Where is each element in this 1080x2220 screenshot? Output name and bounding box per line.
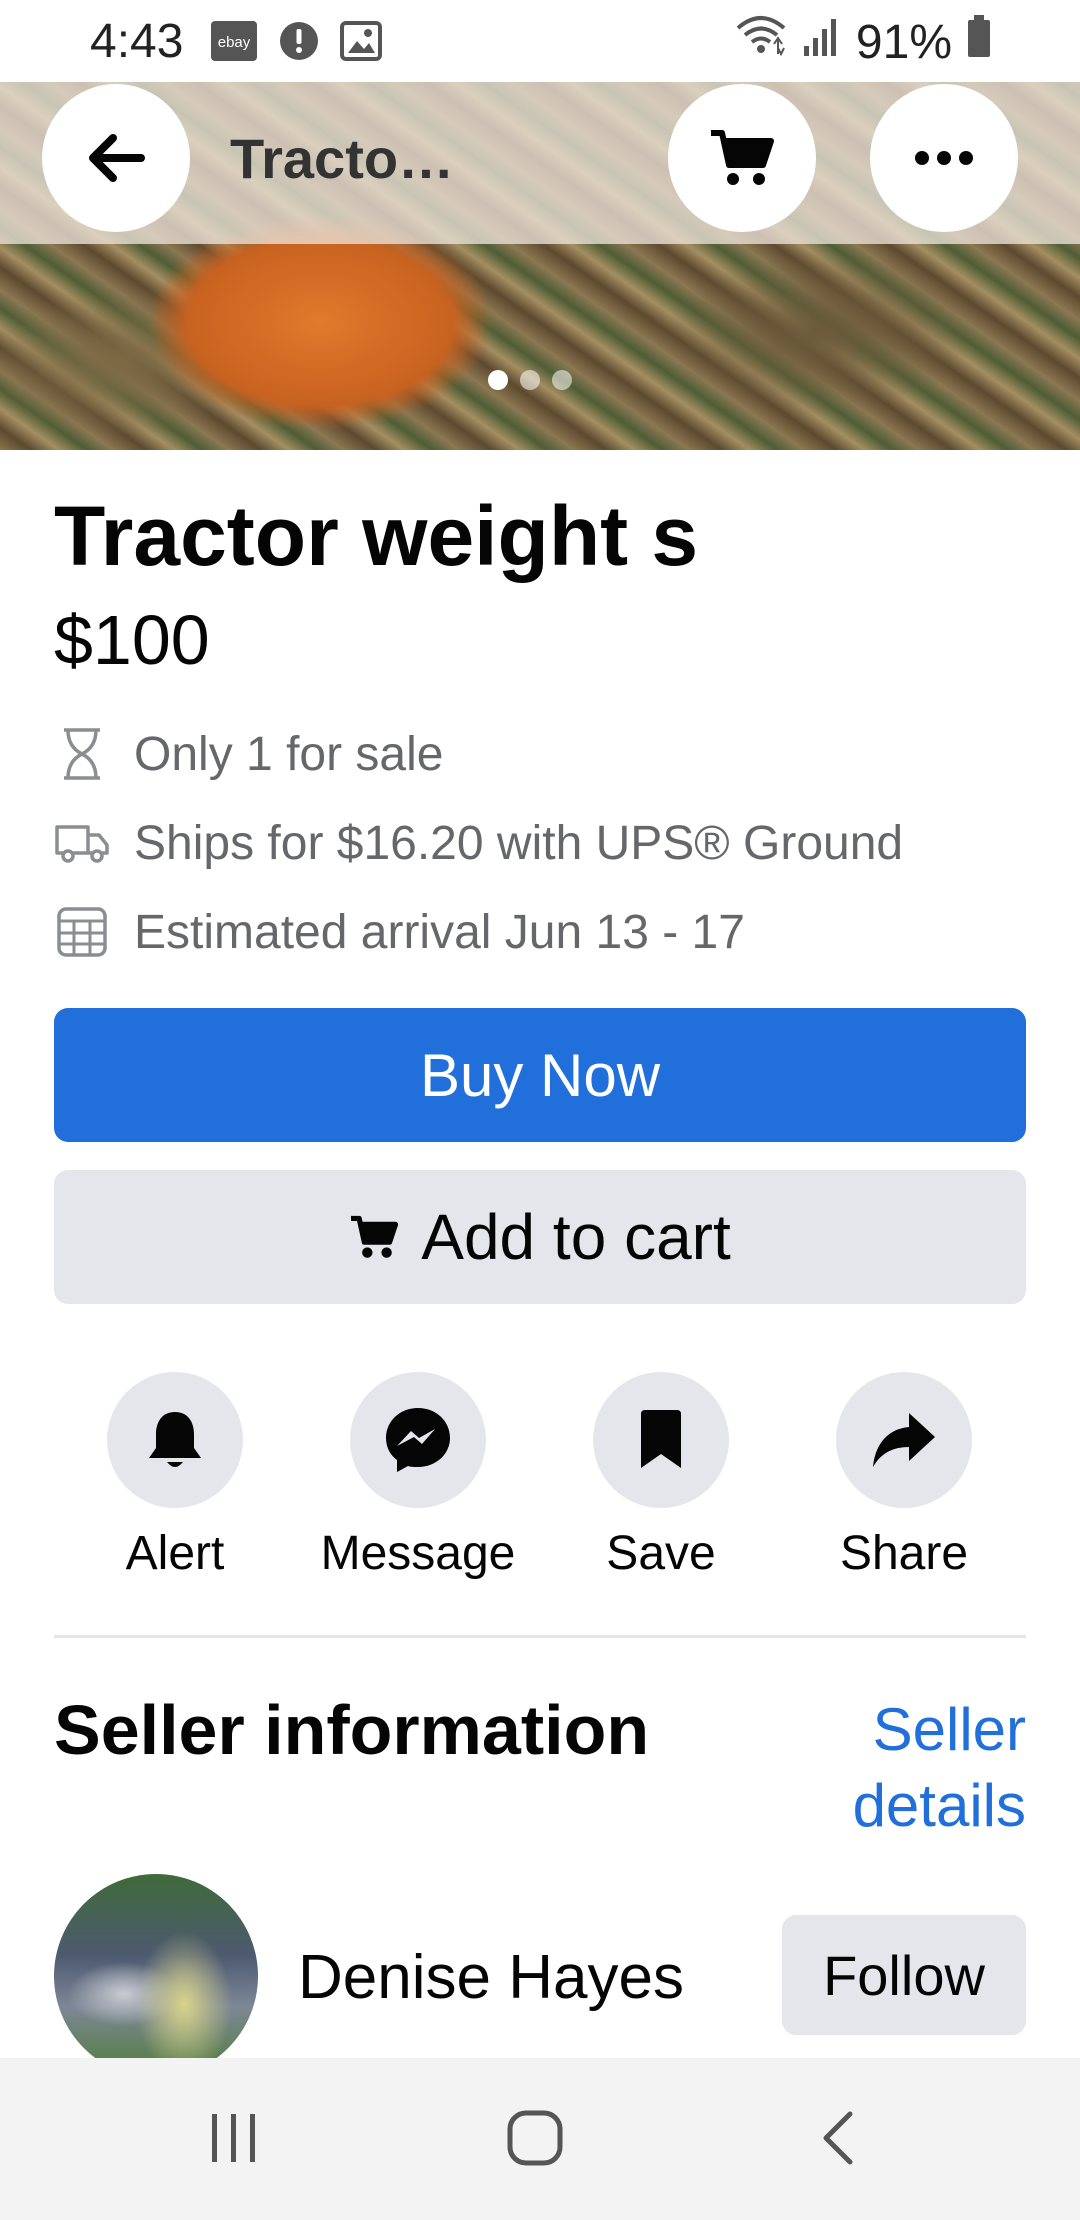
alert-label: Alert (125, 1527, 225, 1580)
section-divider (54, 1635, 1026, 1638)
messenger-icon (386, 1408, 450, 1472)
availability-text: Only 1 for sale (134, 727, 444, 781)
seller-name[interactable]: Denise Hayes (298, 1942, 684, 2013)
svg-text:ebay: ebay (218, 34, 251, 51)
gallery-notification-icon (340, 20, 382, 67)
carousel-indicator (488, 370, 572, 390)
follow-button[interactable]: Follow (782, 1915, 1026, 2035)
wifi-icon (734, 14, 788, 70)
system-nav-bar (0, 2058, 1080, 2220)
ellipsis-icon (915, 151, 973, 165)
message-label: Message (320, 1527, 516, 1580)
truck-icon (54, 815, 110, 871)
buy-now-button[interactable]: Buy Now (54, 1008, 1026, 1142)
seller-section-title: Seller information (54, 1691, 650, 1769)
status-right-cluster: 91% (734, 14, 992, 70)
more-options-button[interactable] (870, 84, 1018, 232)
cart-icon (711, 130, 774, 185)
back-nav-icon[interactable] (818, 2108, 858, 2173)
buy-now-label: Buy Now (419, 1041, 661, 1109)
bookmark-icon (641, 1410, 681, 1468)
status-bar: 4:43 ebay 91% (0, 0, 1080, 82)
calendar-icon (54, 904, 110, 960)
message-action[interactable]: Message (308, 1372, 528, 1581)
hourglass-icon (54, 726, 110, 782)
add-to-cart-button[interactable]: Add to cart (54, 1170, 1026, 1304)
arrival-row: Estimated arrival Jun 13 - 17 (54, 904, 745, 960)
product-title: Tractor weight s (54, 489, 699, 583)
seller-avatar[interactable] (54, 1874, 258, 2078)
bell-icon (149, 1412, 201, 1467)
back-button[interactable] (42, 84, 190, 232)
carousel-dot (520, 370, 540, 390)
alert-button[interactable] (107, 1372, 243, 1508)
message-button[interactable] (350, 1372, 486, 1508)
carousel-dot (488, 370, 508, 390)
save-label: Save (606, 1527, 716, 1580)
status-time: 4:43 (90, 15, 184, 68)
signal-icon (802, 15, 842, 70)
cart-icon (351, 1215, 399, 1258)
share-action[interactable]: Share (794, 1372, 1014, 1581)
arrow-left-icon (89, 134, 145, 182)
alert-action[interactable]: Alert (65, 1372, 285, 1581)
share-label: Share (839, 1527, 969, 1580)
product-price: $100 (54, 601, 210, 679)
battery-percent: 91% (855, 15, 952, 69)
ebay-notification-icon: ebay (210, 20, 258, 67)
seller-details-link[interactable]: Seller details (786, 1692, 1026, 1844)
add-to-cart-label: Add to cart (421, 1201, 731, 1273)
battery-icon (966, 14, 992, 70)
save-action[interactable]: Save (551, 1372, 771, 1581)
alert-notification-icon (278, 20, 320, 67)
home-icon[interactable] (505, 2108, 565, 2173)
arrival-text: Estimated arrival Jun 13 - 17 (134, 905, 745, 959)
follow-label: Follow (823, 1943, 985, 2007)
header-title: Tracto… (230, 127, 455, 190)
recent-apps-icon[interactable] (206, 2108, 262, 2173)
cart-button[interactable] (668, 84, 816, 232)
shipping-row: Ships for $16.20 with UPS® Ground (54, 815, 903, 871)
share-button[interactable] (836, 1372, 972, 1508)
availability-row: Only 1 for sale (54, 726, 443, 782)
save-button[interactable] (593, 1372, 729, 1508)
shipping-text: Ships for $16.20 with UPS® Ground (134, 816, 904, 870)
carousel-dot (552, 370, 572, 390)
share-arrow-icon (873, 1413, 935, 1467)
